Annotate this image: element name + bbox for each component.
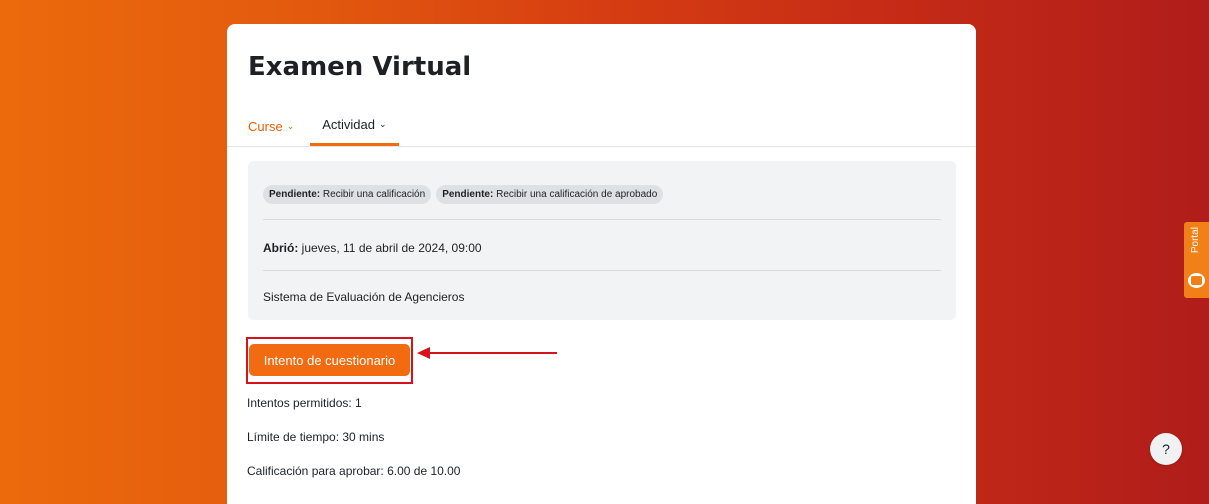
help-button[interactable]: ? — [1150, 433, 1182, 465]
main-card: Examen Virtual Curse ⌄ Actividad ⌄ Pendi… — [227, 24, 976, 504]
info-divider — [263, 270, 941, 271]
completion-badges: Pendiente: Recibir una calificación Pend… — [263, 185, 664, 204]
time-limit: Límite de tiempo: 30 mins — [247, 430, 385, 444]
completion-badge: Pendiente: Recibir una calificación — [263, 185, 432, 204]
annotation-arrow-icon — [417, 347, 557, 359]
nav-divider — [227, 146, 976, 147]
opened-date: Abrió: jueves, 11 de abril de 2024, 09:0… — [263, 241, 482, 255]
portal-icon — [1188, 273, 1205, 288]
completion-badge: Pendiente: Recibir una calificación de a… — [436, 185, 664, 204]
attempts-allowed: Intentos permitidos: 1 — [247, 396, 362, 410]
info-divider — [263, 219, 941, 220]
tab-course-label: Curse — [248, 118, 283, 134]
activity-information: Pendiente: Recibir una calificación Pend… — [248, 161, 956, 320]
opened-label: Abrió: — [263, 241, 299, 255]
opened-value: jueves, 11 de abril de 2024, 09:00 — [301, 241, 482, 255]
activity-description: Sistema de Evaluación de Agencieros — [263, 290, 465, 304]
tab-activity-label: Actividad — [322, 117, 375, 132]
badge-text: Recibir una calificación — [322, 189, 426, 200]
tab-course[interactable]: Curse ⌄ — [248, 106, 310, 146]
badge-text: Recibir una calificación de aprobado — [496, 189, 658, 200]
tab-activity[interactable]: Actividad ⌄ — [310, 106, 399, 146]
page-title: Examen Virtual — [248, 52, 472, 82]
chevron-down-icon: ⌄ — [378, 119, 387, 129]
help-icon: ? — [1162, 441, 1170, 457]
secondary-nav: Curse ⌄ Actividad ⌄ — [248, 106, 399, 146]
badge-status: Pendiente: — [269, 189, 321, 200]
chevron-down-icon: ⌄ — [286, 120, 295, 131]
portal-label: Portal — [1190, 227, 1201, 254]
attempt-quiz-button[interactable]: Intento de cuestionario — [249, 344, 410, 376]
badge-status: Pendiente: — [442, 189, 494, 200]
pass-grade: Calificación para aprobar: 6.00 de 10.00 — [247, 464, 461, 478]
portal-tab[interactable]: Portal — [1184, 222, 1209, 298]
